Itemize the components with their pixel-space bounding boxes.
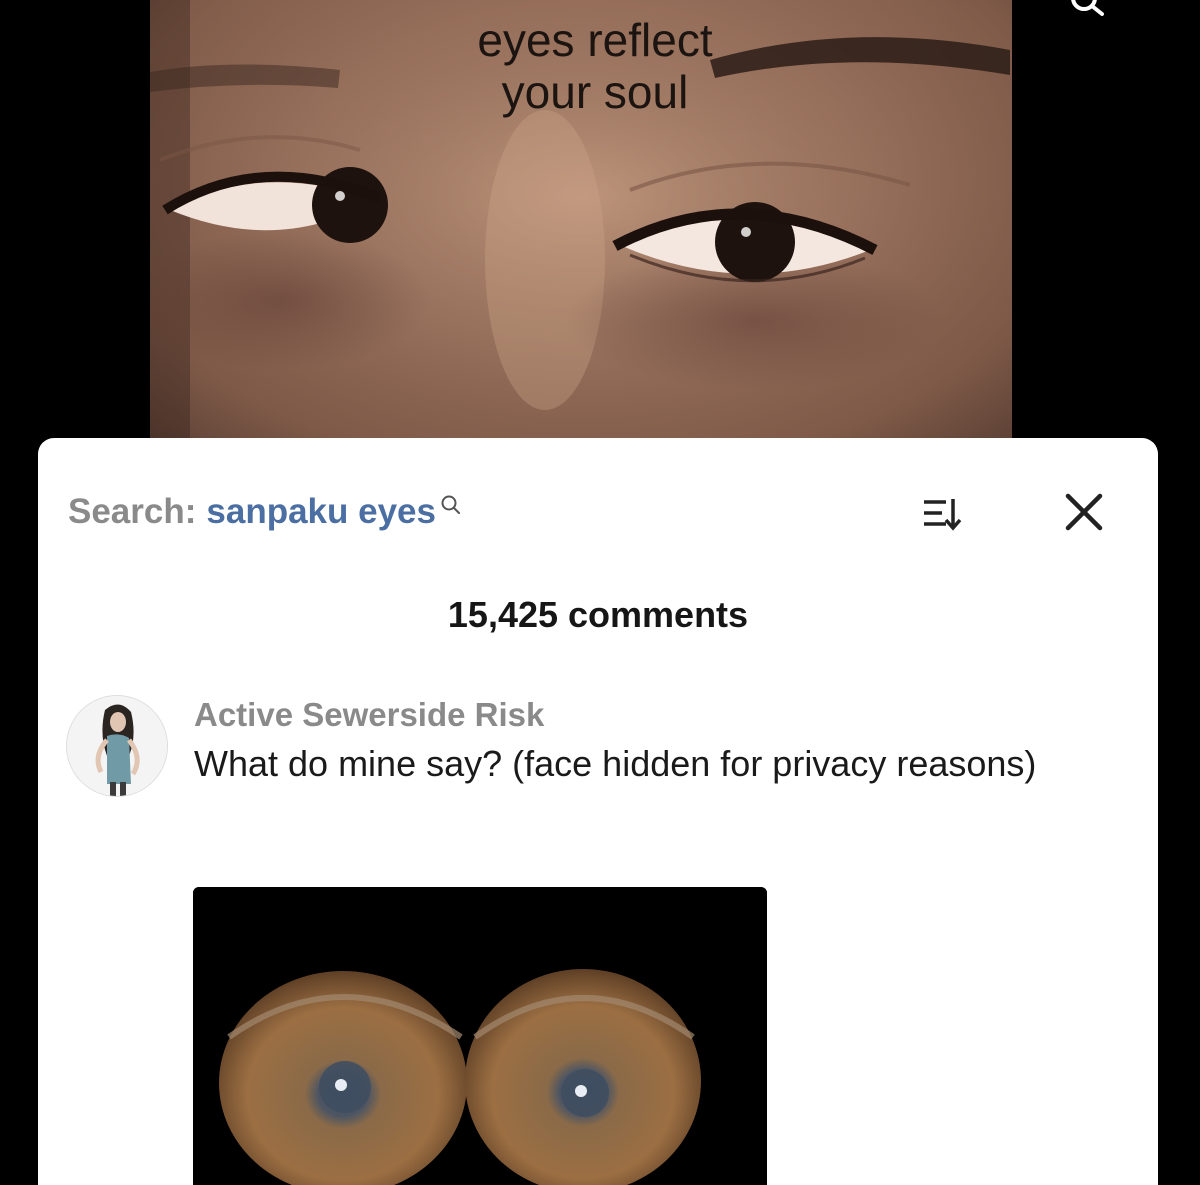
comment-text: What do mine say? (face hidden for priva… [194,743,1037,784]
caption-line-1: eyes reflect [477,14,713,66]
comment-count: 15,425 comments [447,594,749,635]
search-icon[interactable] [440,494,462,516]
comment-image[interactable] [193,887,767,1185]
search-bar[interactable]: Search: sanpaku eyes [68,490,462,534]
search-term[interactable]: sanpaku eyes [206,492,436,532]
comment-body: Active Sewerside Risk What do mine say? … [194,693,1124,787]
eyes-photo [193,887,767,1185]
avatar[interactable] [66,695,168,797]
comment-author[interactable]: Active Sewerside Risk [194,693,1124,737]
search-label: Search: [68,492,197,531]
video-caption: eyes reflect your soul [0,14,1190,118]
video-frame[interactable]: eyes reflect your soul [0,0,1200,440]
sort-button[interactable] [922,496,962,532]
sort-icon [924,499,962,531]
close-icon [1065,493,1103,531]
close-button[interactable] [1062,490,1106,534]
caption-line-2: your soul [501,66,689,118]
search-icon[interactable] [1070,0,1104,20]
comments-sheet: Search: sanpaku eyes 15,425 comments Act… [38,438,1158,1185]
avatar-figure [67,696,167,796]
